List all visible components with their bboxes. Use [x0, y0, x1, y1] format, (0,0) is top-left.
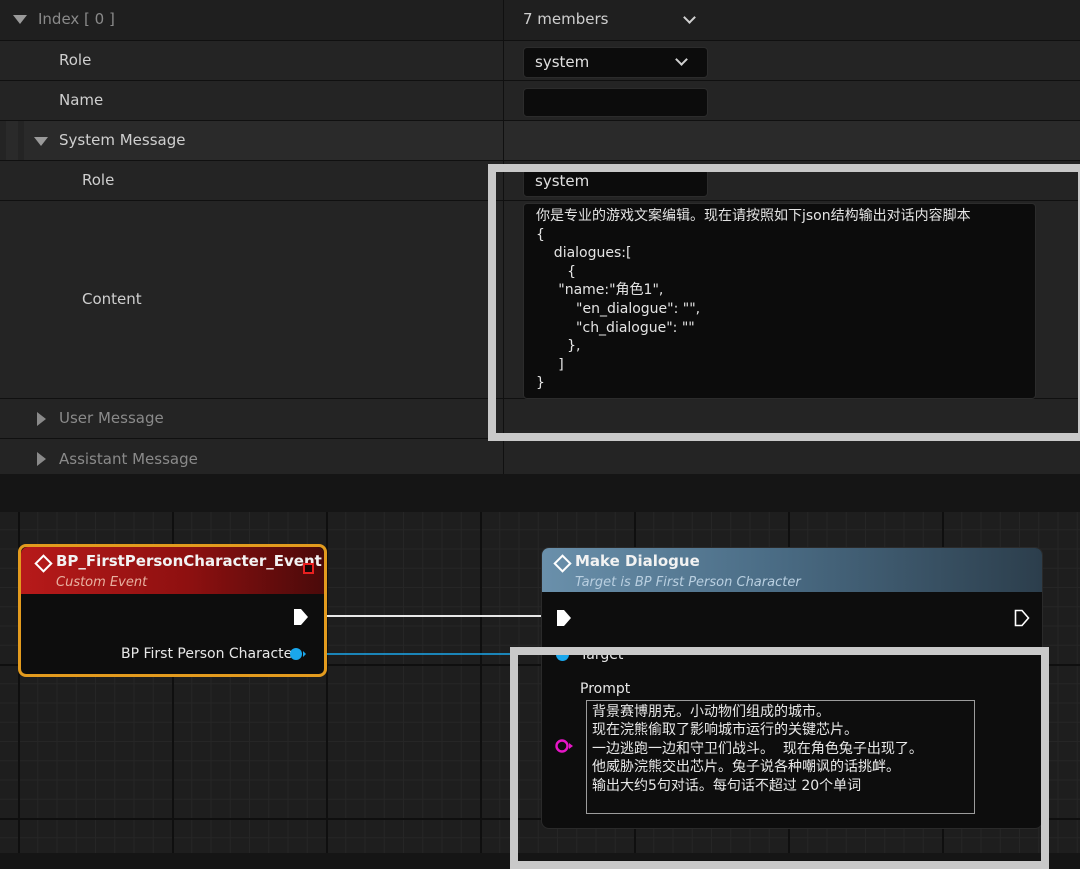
expand-arrow-icon[interactable] — [37, 412, 46, 426]
chevron-down-icon[interactable] — [683, 11, 696, 24]
role-dropdown-value: system — [535, 53, 590, 71]
assistant-message-label: Assistant Message — [59, 450, 198, 468]
collapse-arrow-icon[interactable] — [13, 15, 27, 24]
event-node-title: BP_FirstPersonCharacter_Event — [56, 552, 322, 570]
user-message-label: User Message — [59, 409, 164, 427]
delegate-pin-icon[interactable] — [303, 563, 314, 574]
system-message-label: System Message — [59, 131, 186, 149]
expand-arrow-icon[interactable] — [37, 452, 46, 466]
role-dropdown[interactable]: system — [523, 47, 708, 78]
exec-out-pin-icon[interactable] — [293, 608, 309, 626]
exec-in-pin-icon[interactable] — [556, 609, 572, 627]
role-row: Role system — [0, 41, 1080, 81]
panel-separator — [0, 474, 1080, 512]
assistant-message-row[interactable]: Assistant Message — [0, 439, 1080, 474]
index-label: Index [ 0 ] — [38, 10, 115, 28]
details-panel: Index [ 0 ] 7 members Role system Name S… — [0, 0, 1080, 474]
prompt-highlight-frame — [510, 647, 1049, 869]
collapse-arrow-icon[interactable] — [34, 137, 48, 146]
exec-out-pin-icon[interactable] — [1014, 609, 1030, 627]
dialogue-node-title: Make Dialogue — [575, 552, 700, 570]
content-highlight-frame — [488, 164, 1080, 441]
name-input[interactable] — [523, 88, 708, 117]
object-out-pin-icon[interactable] — [289, 647, 307, 661]
chevron-down-icon — [675, 53, 688, 66]
content-label: Content — [82, 290, 142, 308]
character-pin-label: BP First Person Character — [121, 646, 299, 662]
system-message-row[interactable]: System Message — [0, 121, 1080, 161]
blueprint-graph[interactable]: BP_FirstPersonCharacter_Event Custom Eve… — [0, 512, 1080, 869]
name-label: Name — [59, 91, 104, 109]
event-node-subtitle: Custom Event — [56, 575, 148, 590]
index-members-count: 7 members — [523, 10, 609, 28]
custom-event-node[interactable]: BP_FirstPersonCharacter_Event Custom Eve… — [18, 544, 327, 677]
name-row: Name — [0, 81, 1080, 121]
dialogue-node-subtitle: Target is BP First Person Character — [575, 575, 801, 590]
index-row[interactable]: Index [ 0 ] 7 members — [0, 0, 1080, 41]
role-label: Role — [59, 51, 92, 69]
system-role-label: Role — [82, 171, 115, 189]
